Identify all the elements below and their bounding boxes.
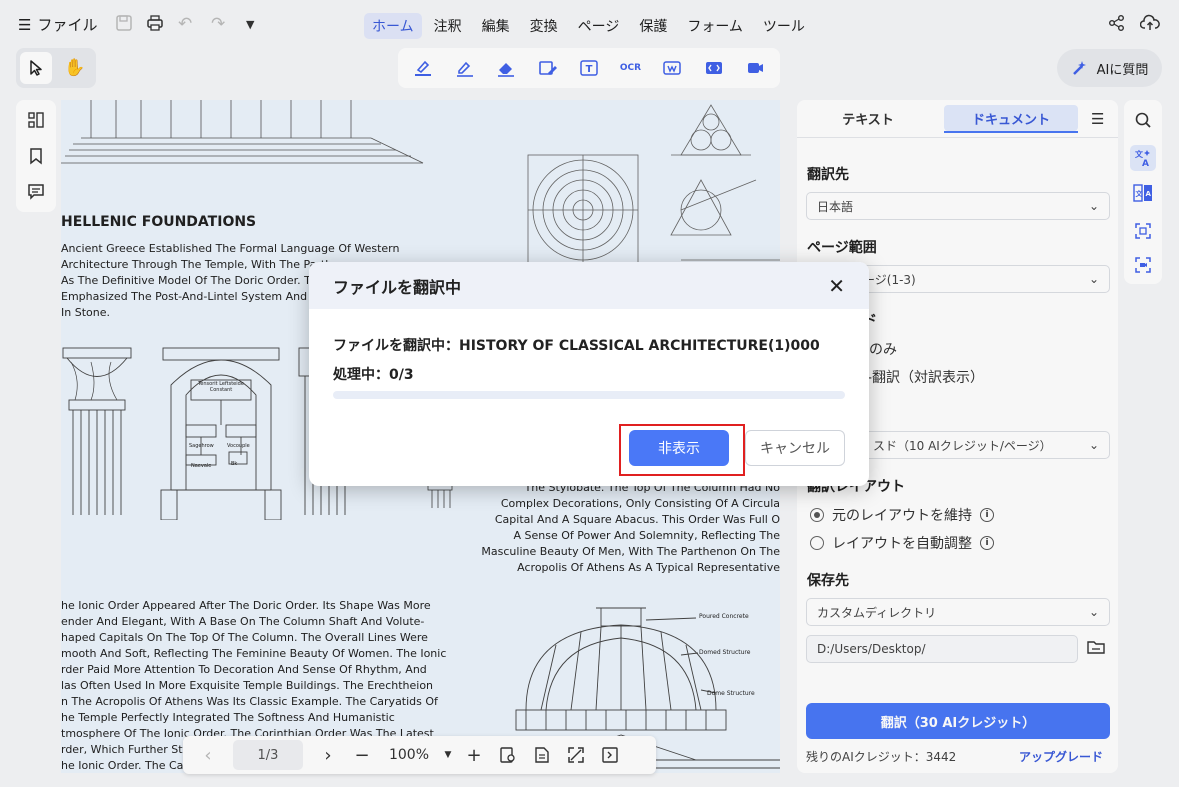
translating-dialog: ファイルを翻訳中 ✕ ファイルを翻訳中：HISTORY OF CLASSICAL… [309,262,869,486]
cancel-button[interactable]: キャンセル [745,430,845,466]
dialog-header: ファイルを翻訳中 ✕ [309,262,869,309]
progress-bar [333,391,845,399]
translating-file-text: ファイルを翻訳中：HISTORY OF CLASSICAL ARCHITECTU… [333,338,820,354]
processing-status-text: 処理中：0/3 [333,367,414,383]
highlight-box [619,424,745,476]
dialog-title: ファイルを翻訳中 [333,277,462,297]
close-icon[interactable]: ✕ [828,274,845,298]
